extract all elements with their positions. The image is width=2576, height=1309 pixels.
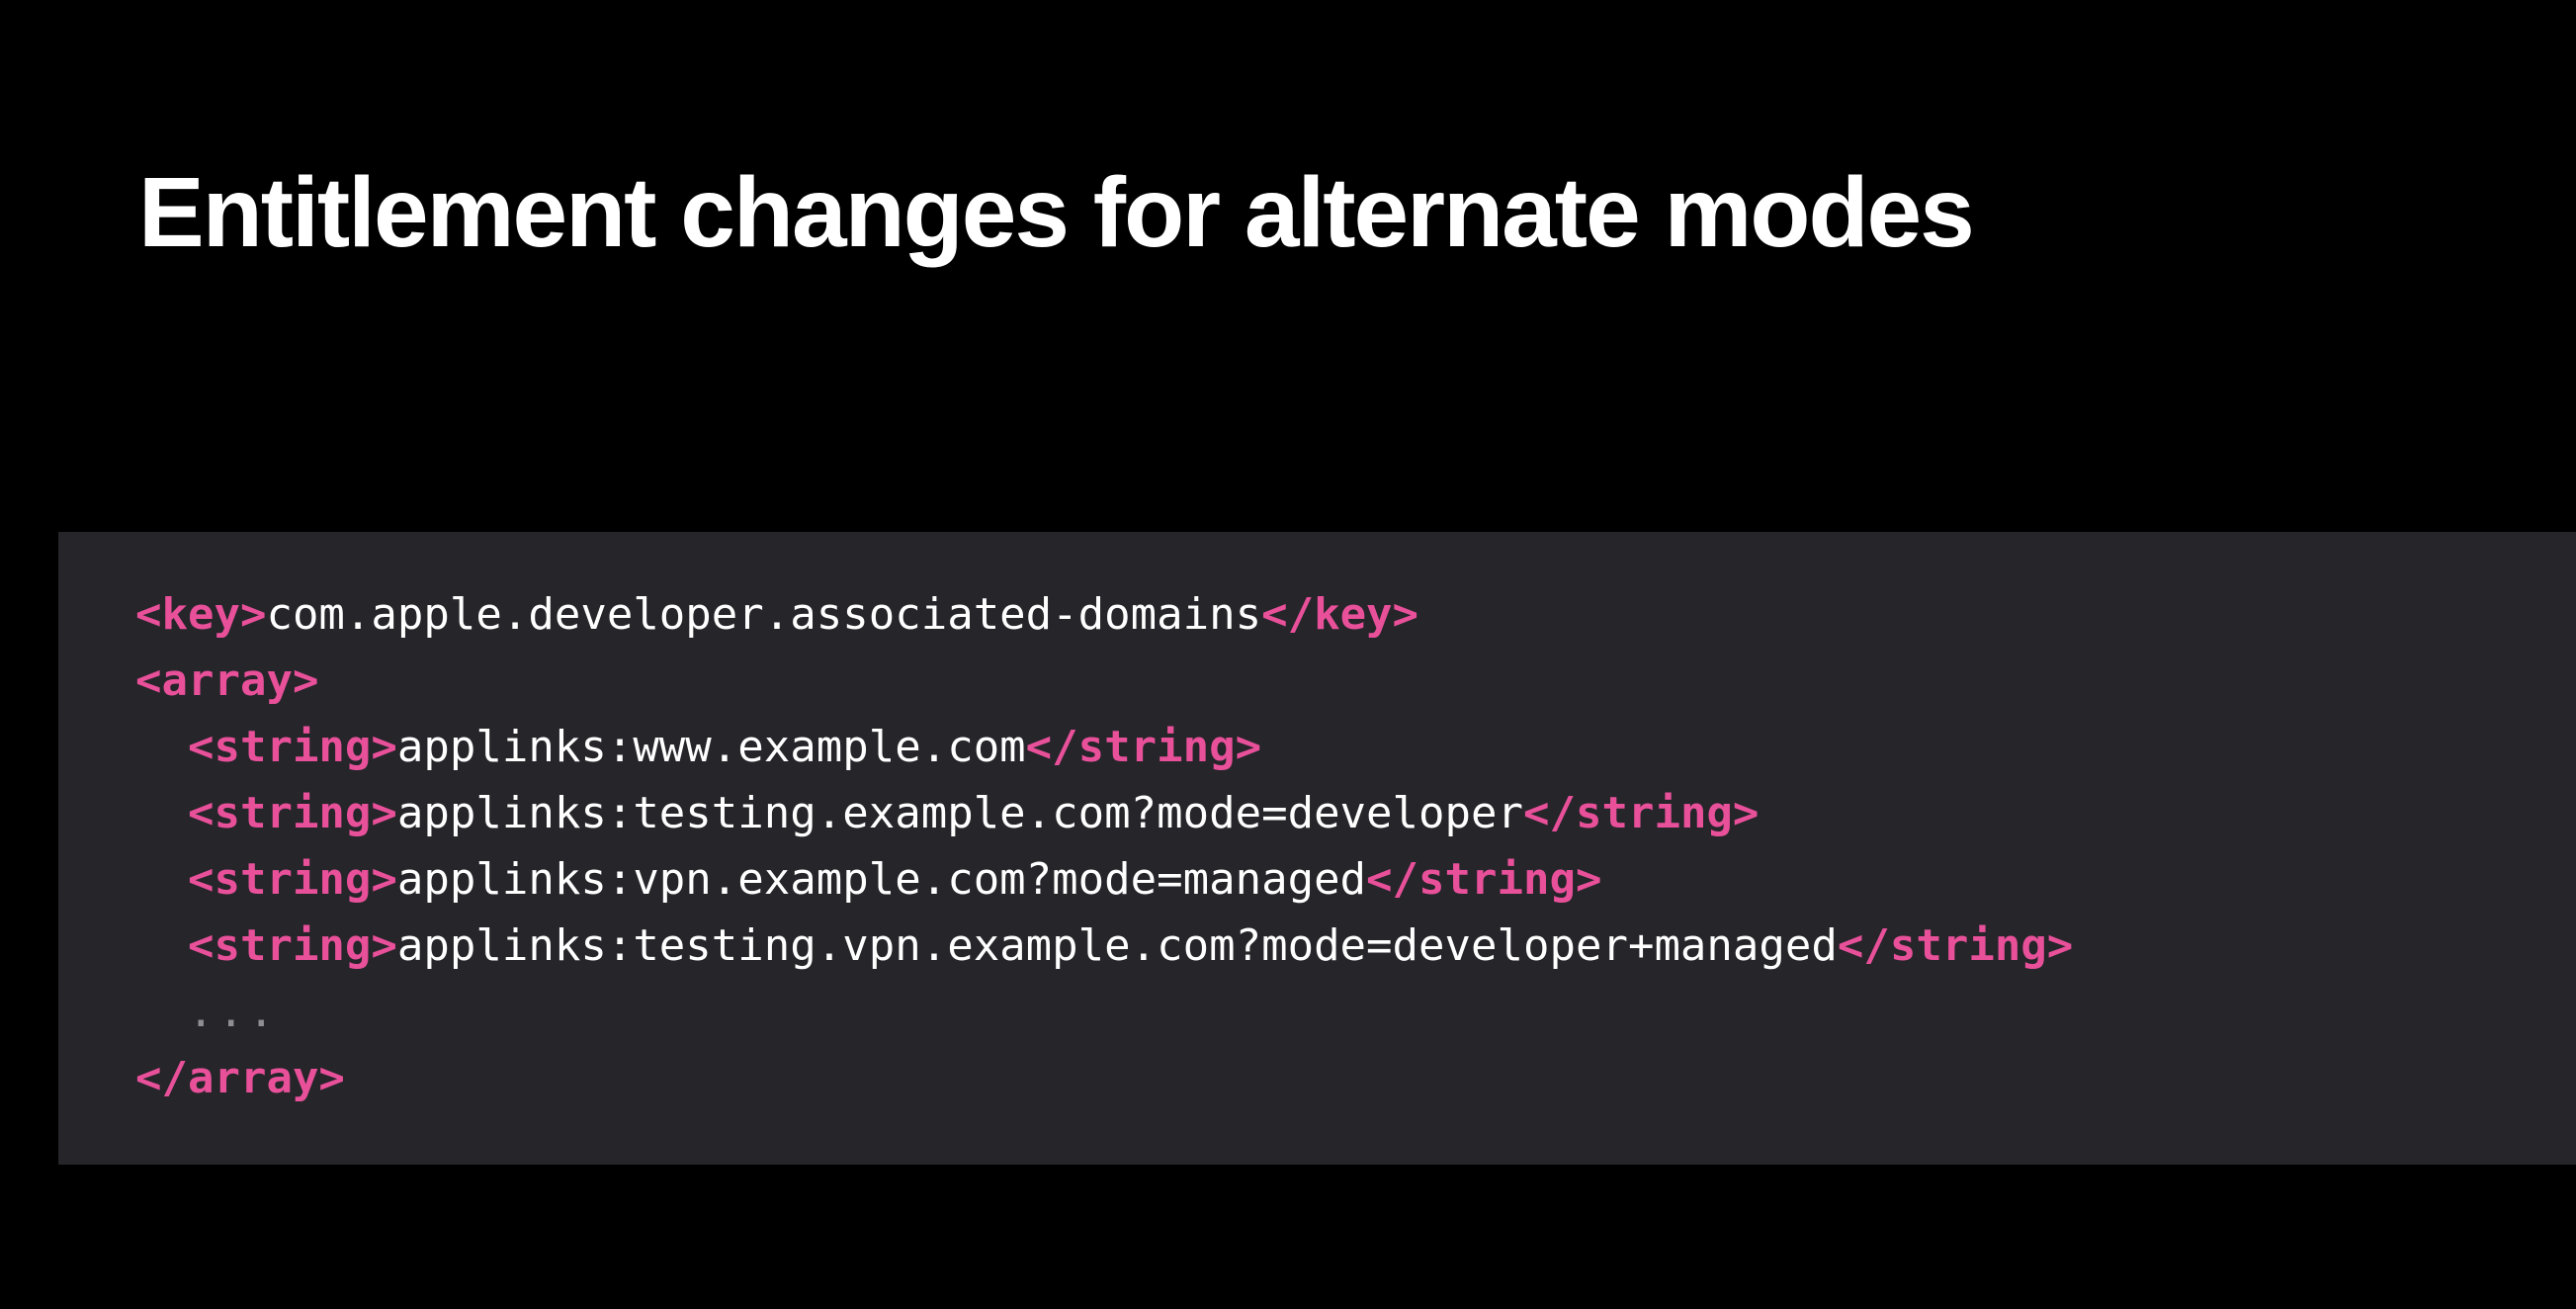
string-value: applinks:testing.vpn.example.com?mode=de… [396, 920, 1838, 971]
code-block: <key>com.apple.developer.associated-doma… [135, 581, 2073, 1111]
array-open-tag: <array> [135, 655, 319, 706]
key-open-tag: <key> [135, 589, 267, 640]
code-line-array-open: <array> [135, 648, 2073, 714]
string-open-tag: <string> [187, 788, 397, 838]
string-open-tag: <string> [187, 854, 397, 905]
string-close-tag: </string> [1366, 854, 1602, 905]
key-close-tag: </key> [1261, 589, 1419, 640]
code-line-string: <string>applinks:www.example.com</string… [135, 714, 2073, 780]
slide-title: Entitlement changes for alternate modes [138, 157, 1975, 268]
string-open-tag: <string> [187, 920, 397, 971]
code-panel: <key>com.apple.developer.associated-doma… [58, 532, 2576, 1165]
code-line-ellipsis: ... [135, 979, 2073, 1045]
array-close-tag: </array> [135, 1053, 345, 1103]
string-value: applinks:www.example.com [396, 722, 1026, 772]
code-line-key: <key>com.apple.developer.associated-doma… [135, 581, 2073, 648]
string-close-tag: </string> [1523, 788, 1760, 838]
ellipsis: ... [187, 987, 279, 1037]
code-line-string: <string>applinks:vpn.example.com?mode=ma… [135, 846, 2073, 913]
string-close-tag: </string> [1837, 920, 2074, 971]
string-value: applinks:testing.example.com?mode=develo… [396, 788, 1523, 838]
string-close-tag: </string> [1025, 722, 1262, 772]
string-open-tag: <string> [187, 722, 397, 772]
code-line-array-close: </array> [135, 1045, 2073, 1111]
code-line-string: <string>applinks:testing.example.com?mod… [135, 780, 2073, 846]
key-value: com.apple.developer.associated-domains [266, 589, 1262, 640]
string-value: applinks:vpn.example.com?mode=managed [396, 854, 1367, 905]
code-line-string: <string>applinks:testing.vpn.example.com… [135, 913, 2073, 979]
